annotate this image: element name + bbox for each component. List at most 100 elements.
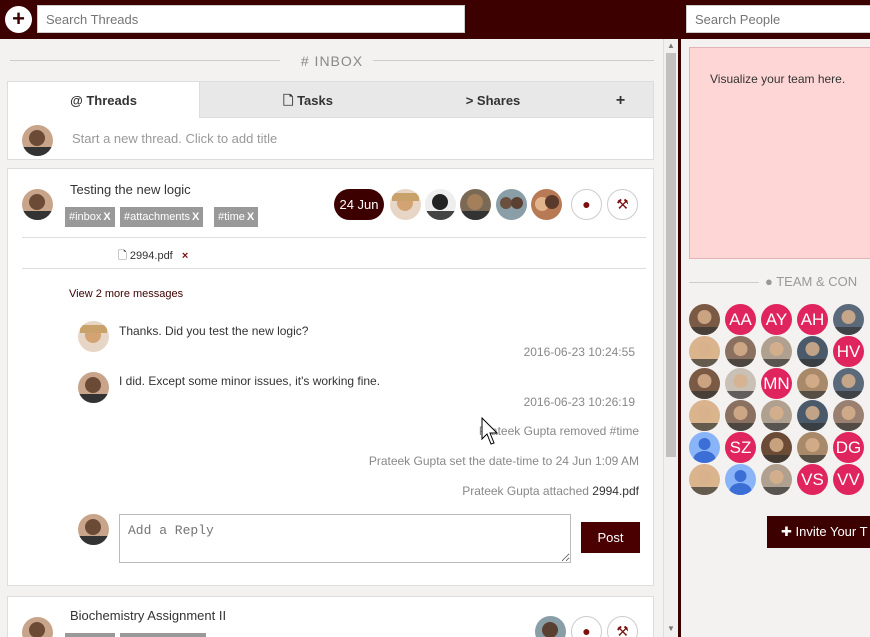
member-initials-avatar[interactable]: DG [833, 432, 864, 463]
clipboard-icon: 🗋 [283, 93, 294, 108]
wrench-icon[interactable]: ⚒ [607, 189, 638, 220]
remove-attachment-icon[interactable]: × [182, 250, 188, 262]
team-icon[interactable]: ● [571, 616, 602, 637]
member-initials-avatar[interactable]: VV [833, 464, 864, 495]
remove-tag-icon[interactable]: X [192, 211, 199, 223]
activity-text: Prateek Gupta attached [462, 484, 593, 498]
member-initials-avatar[interactable]: SZ [725, 432, 756, 463]
participant-avatar[interactable] [496, 189, 527, 220]
scroll-thumb[interactable] [666, 53, 676, 457]
tab-threads[interactable]: @ Threads [7, 81, 200, 120]
member-avatar[interactable] [689, 464, 720, 495]
participant-avatar[interactable] [460, 189, 491, 220]
member-avatar[interactable] [797, 400, 828, 431]
member-avatar[interactable] [833, 368, 864, 399]
participant-avatar[interactable] [531, 189, 562, 220]
avatar [22, 617, 53, 637]
mouse-cursor-icon [481, 417, 499, 445]
activity-entry: Prateek Gupta attached 2994.pdf [462, 484, 639, 498]
member-avatar[interactable] [689, 368, 720, 399]
divider-line [22, 268, 646, 269]
member-avatar[interactable] [833, 304, 864, 335]
member-avatar[interactable] [761, 400, 792, 431]
member-initials-avatar[interactable]: VS [797, 464, 828, 495]
member-avatar[interactable] [797, 336, 828, 367]
tab-shares-label: Shares [476, 93, 521, 108]
activity-entry: Prateek Gupta removed #time [478, 424, 639, 438]
member-avatar[interactable] [833, 400, 864, 431]
remove-tag-icon[interactable]: X [247, 211, 254, 223]
team-icon[interactable]: ● [571, 189, 602, 220]
tag-chip[interactable]: #time X [214, 207, 259, 227]
top-bar: + [0, 0, 870, 39]
avatar [78, 321, 109, 352]
avatar [22, 125, 53, 156]
member-initials-avatar[interactable]: MN [761, 368, 792, 399]
thread-card: Testing the new logic #inbox X #attachmen… [7, 168, 654, 586]
message-timestamp: 2016-06-23 10:24:55 [523, 345, 635, 359]
plus-icon: + [615, 92, 626, 109]
member-initials-avatar[interactable]: HV [833, 336, 864, 367]
thread-title[interactable]: Biochemistry Assignment II [70, 608, 226, 623]
reply-textarea[interactable] [119, 514, 571, 563]
avatar [78, 514, 109, 545]
team-visualization-panel: Visualize your team here. [689, 47, 870, 259]
participant-avatar[interactable] [535, 616, 566, 637]
member-initials-avatar[interactable]: AY [761, 304, 792, 335]
member-initials-avatar[interactable]: AH [797, 304, 828, 335]
new-thread-placeholder: Start a new thread. Click to add title [72, 131, 278, 146]
share-icon: > [465, 93, 474, 108]
divider-line [689, 282, 759, 283]
default-user-icon[interactable] [725, 464, 756, 495]
avatar [78, 372, 109, 403]
member-avatar[interactable] [761, 336, 792, 367]
tag-chip[interactable]: #inbox X [65, 207, 115, 227]
tab-shares[interactable]: > Shares [453, 82, 533, 119]
team-label: ● TEAM & CON [765, 274, 857, 289]
attachment[interactable]: 🗋 2994.pdf × [118, 247, 188, 266]
add-thread-button[interactable]: + [5, 6, 32, 33]
view-more-messages-link[interactable]: View 2 more messages [69, 288, 183, 300]
due-date-badge[interactable]: 24 Jun [334, 189, 384, 220]
scroll-up-icon[interactable]: ▲ [667, 41, 675, 50]
tab-tasks[interactable]: 🗋 Tasks [268, 82, 348, 119]
tag-chip[interactable] [65, 633, 115, 637]
member-avatar[interactable] [797, 368, 828, 399]
tag-chip[interactable]: #attachments X [120, 207, 204, 227]
tag-chip[interactable] [120, 633, 206, 637]
member-avatar[interactable] [689, 336, 720, 367]
attachment-link[interactable]: 2994.pdf [592, 484, 639, 498]
participant-avatar[interactable] [425, 189, 456, 220]
member-avatar[interactable] [689, 400, 720, 431]
tab-add[interactable]: + [608, 82, 633, 119]
member-avatar[interactable] [725, 368, 756, 399]
inbox-title: # INBOX [290, 53, 374, 69]
visualize-text: Visualize your team here. [710, 72, 846, 86]
participant-avatar[interactable] [390, 189, 421, 220]
search-threads-input[interactable] [37, 5, 465, 33]
member-avatar[interactable] [689, 304, 720, 335]
avatar [22, 189, 53, 220]
invite-team-button[interactable]: ✚ Invite Your T [767, 516, 870, 548]
member-avatar[interactable] [761, 432, 792, 463]
member-avatar[interactable] [725, 336, 756, 367]
member-initials-avatar[interactable]: AA [725, 304, 756, 335]
default-user-icon[interactable] [689, 432, 720, 463]
panel-divider [678, 39, 681, 637]
attachment-name[interactable]: 2994.pdf [130, 250, 173, 262]
scroll-down-icon[interactable]: ▼ [667, 624, 675, 633]
people-icon: ● [765, 274, 777, 289]
divider-line [22, 237, 646, 238]
search-people-input[interactable] [686, 5, 870, 33]
activity-entry: Prateek Gupta set the date-time to 24 Ju… [368, 454, 639, 468]
scrollbar[interactable]: ▲ ▼ [663, 39, 678, 637]
member-avatar[interactable] [797, 432, 828, 463]
new-thread-row[interactable]: Start a new thread. Click to add title [7, 118, 654, 160]
thread-tabs: @ Threads 🗋 Tasks > Shares + [7, 81, 654, 120]
member-avatar[interactable] [761, 464, 792, 495]
thread-title[interactable]: Testing the new logic [70, 182, 191, 197]
member-avatar[interactable] [725, 400, 756, 431]
wrench-icon[interactable]: ⚒ [607, 616, 638, 637]
post-button[interactable]: Post [581, 522, 640, 553]
remove-tag-icon[interactable]: X [103, 211, 110, 223]
